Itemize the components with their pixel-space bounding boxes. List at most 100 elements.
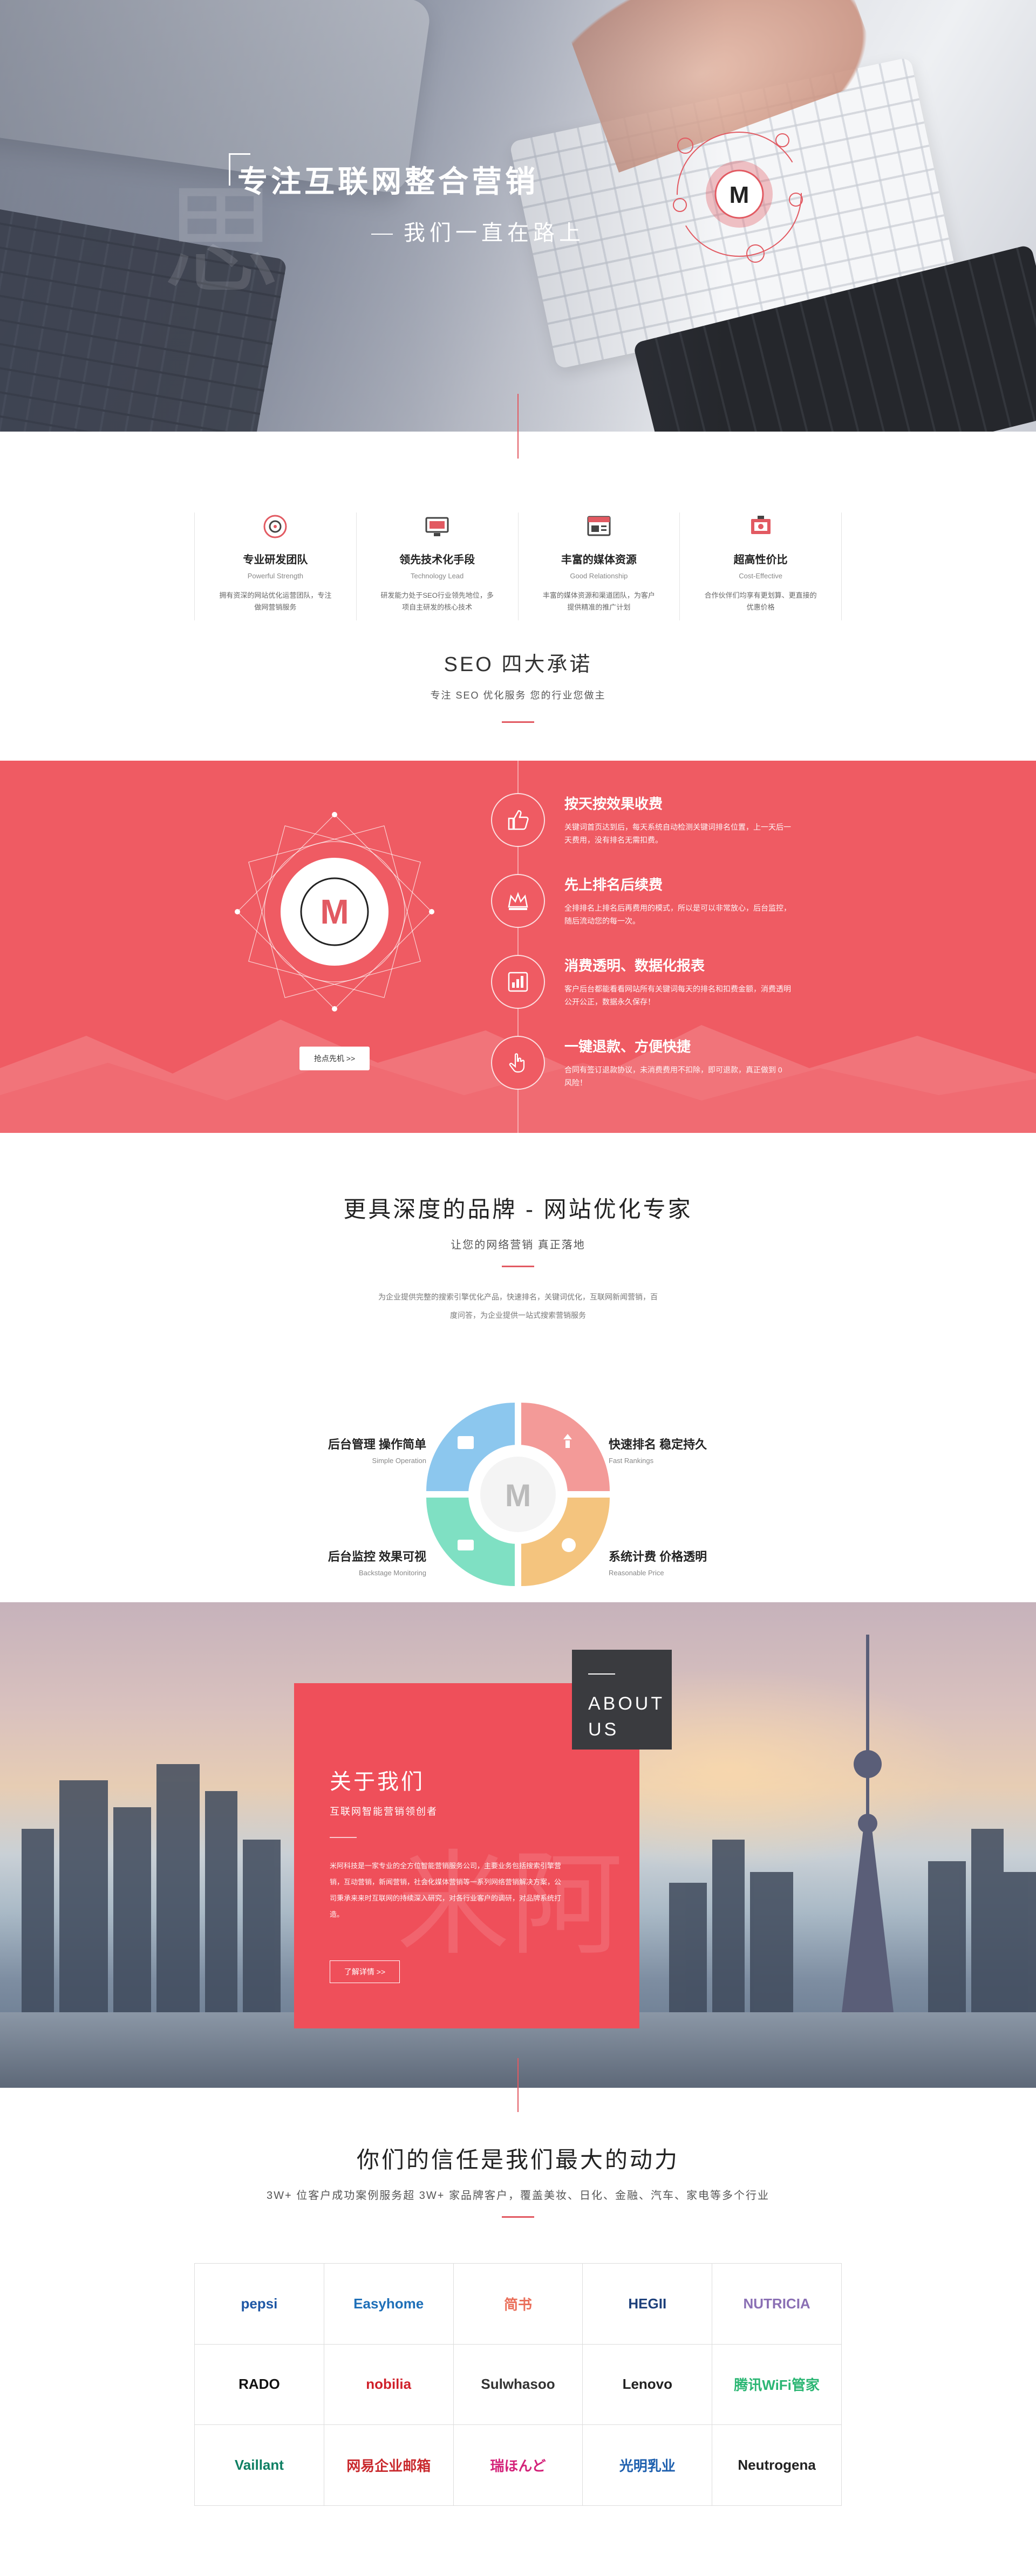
seo-promise-desc: 客户后台都能看看网站所有关键词每天的排名和扣费金额，消费透明公开公正，数据永久保… xyxy=(564,985,791,1006)
seo-promise-icon-circle xyxy=(491,1036,545,1090)
hero-title-block: 专注互联网整合营销 我们一直在路上 xyxy=(229,153,585,247)
client-logo[interactable]: Easyhome xyxy=(324,2264,454,2345)
hero-divider-line xyxy=(517,394,519,432)
seo-promise-text: 一键退款、方便快捷 合同有签订退款协议，未消费费用不扣除，即可退款，真正做到 0… xyxy=(564,1036,791,1089)
brand-label-en: Simple Operation xyxy=(372,1457,426,1465)
price-tag-icon xyxy=(751,516,771,534)
seo-logo-diagram: M xyxy=(235,812,434,1012)
brand-label-en: Reasonable Price xyxy=(609,1569,664,1577)
about-description: 米阿科技是一家专业的全方位智能营销服务公司，主要业务包括搜索引擎营销，互动营销，… xyxy=(330,1862,562,1918)
client-logo[interactable]: pepsi xyxy=(195,2264,324,2345)
client-logo[interactable]: 网易企业邮箱 xyxy=(324,2425,454,2506)
client-logo[interactable]: 光明乳业 xyxy=(583,2425,713,2506)
client-logo[interactable]: nobilia xyxy=(324,2344,454,2425)
client-logo[interactable]: HEGII xyxy=(583,2264,713,2345)
about-tag-line2: US xyxy=(588,1719,619,1740)
brand-label-en: Fast Rankings xyxy=(609,1457,654,1465)
feature-wheel: M xyxy=(426,1403,610,1586)
seo-promise-item: 先上排名后续费 全排排名上排名后再费用的模式，所以是可以非常放心，后台监控，随后… xyxy=(491,874,793,939)
about-tag-line xyxy=(588,1673,615,1675)
client-logo[interactable]: 腾讯WiFi管家 xyxy=(712,2344,842,2425)
seo-promise-desc: 关键词首页达到后，每天系统自动检测关键词排名位置，上一天后一天费用，没有排名无需… xyxy=(564,823,791,844)
seo-promise-desc: 合同有签订退款协议，未消费费用不扣除，即可退款，真正做到 0 风险！ xyxy=(564,1065,782,1087)
seo-promise-icon-circle xyxy=(491,793,545,847)
seo-promise-icon-circle xyxy=(491,874,545,928)
brand-label-backstage-monitoring: 后台监控 效果可视 Backstage Monitoring xyxy=(264,1547,426,1577)
brand-label-fast-rankings: 快速排名 稳定持久 Fast Rankings xyxy=(609,1435,771,1465)
hero-title-bracket xyxy=(229,153,250,186)
hero-seo-node xyxy=(789,193,803,207)
seo-promise-item: 按天按效果收费 关键词首页达到后，每天系统自动检测关键词排名位置，上一天后一天费… xyxy=(491,793,793,858)
seo-header: SEO 四大承诺 专注 SEO 优化服务 您的行业您做主 xyxy=(0,604,1036,761)
about-title: 关于我们 xyxy=(330,1770,425,1794)
seo-promise-title: 消费透明、数据化报表 xyxy=(564,958,705,974)
brand-label-reasonable-price: 系统计费 价格透明 Reasonable Price xyxy=(609,1547,771,1577)
diagram-dot xyxy=(332,812,337,817)
seo-promise-text: 消费透明、数据化报表 客户后台都能看看网站所有关键词每天的排名和扣费金额，消费透… xyxy=(564,955,791,1008)
brand-label-en: Backstage Monitoring xyxy=(358,1569,426,1577)
seo-accent-bar xyxy=(502,721,534,723)
client-logo[interactable]: Sulwhasoo xyxy=(453,2344,583,2425)
diagram-logo-mark: M xyxy=(320,892,349,931)
hero-circle-graphic: M xyxy=(673,132,803,263)
brand-description: 为企业提供完整的搜索引擎优化产品，快速排名，关键词优化，互联网新闻营销，百度问答… xyxy=(378,1293,658,1320)
feature-title: 专业研发团队 xyxy=(243,554,308,566)
brand-label-title: 系统计费 价格透明 xyxy=(609,1550,707,1563)
brand-label-title: 后台监控 效果可视 xyxy=(328,1550,426,1563)
diagram-dot xyxy=(235,909,240,914)
target-icon xyxy=(263,515,287,538)
hero-subtitle: 我们一直在路上 xyxy=(404,221,585,245)
about-divider xyxy=(330,1837,357,1838)
hero-banner: 思 专注互联网整合营销 我们一直在路上 M xyxy=(0,0,1036,432)
about-divider-line xyxy=(517,2058,519,2088)
seo-promise-icon-circle xyxy=(491,955,545,1009)
feature-en: Good Relationship xyxy=(570,572,628,580)
seo-promise-text: 按天按效果收费 关键词首页达到后，每天系统自动检测关键词排名位置，上一天后一天费… xyxy=(564,793,791,846)
client-logo[interactable]: RADO xyxy=(195,2344,324,2425)
hero-title: 专注互联网整合营销 xyxy=(237,165,539,199)
media-icon xyxy=(587,516,611,536)
seo-promise-desc: 全排排名上排名后再费用的模式，所以是可以非常放心，后台监控，随后流动您的每一次。 xyxy=(564,904,791,925)
brand-section: 更具深度的品牌 - 网站优化专家 让您的网络营销 真正落地 为企业提供完整的搜索… xyxy=(0,1133,1036,1602)
brand-accent-bar xyxy=(502,1266,534,1267)
diagram-dot xyxy=(429,909,434,914)
client-logo[interactable]: 简书 xyxy=(453,2264,583,2345)
seize-opportunity-button[interactable]: 抢点先机 >> xyxy=(299,1047,370,1070)
hand-pointer-icon xyxy=(509,1053,525,1073)
hero-icon-node xyxy=(775,133,789,147)
monitor-icon xyxy=(458,1436,474,1449)
hero-subtitle-dash xyxy=(371,234,393,235)
about-tag-text: ABOUT US xyxy=(588,1691,665,1743)
hero-subtitle-row: 我们一直在路上 xyxy=(237,215,585,247)
feature-title: 超高性价比 xyxy=(733,554,788,566)
client-logo-grid: pepsi Easyhome 简书 HEGII NUTRICIA RADO nobilia S… xyxy=(194,2263,842,2506)
seo-promise-title: 先上排名后续费 xyxy=(564,877,663,893)
seo-promises-band: M 抢点先机 >> 按天按效果收费 关键词首页达到后，每天系统自动检测关键词排名… xyxy=(0,761,1036,1133)
coin-icon xyxy=(562,1538,576,1552)
client-logo[interactable]: Lenovo xyxy=(583,2344,713,2425)
brand-label-title: 快速排名 稳定持久 xyxy=(609,1438,707,1451)
diagram-dot xyxy=(332,1006,337,1012)
client-logo[interactable]: 瑞ほんど xyxy=(453,2425,583,2506)
about-tag-line1: ABOUT xyxy=(588,1693,665,1714)
bar-chart-icon xyxy=(508,972,528,992)
feature-title: 丰富的媒体资源 xyxy=(561,554,637,566)
client-logo[interactable]: Vaillant xyxy=(195,2425,324,2506)
seo-title: SEO 四大承诺 xyxy=(444,653,592,676)
learn-more-button[interactable]: 了解详情 >> xyxy=(330,1960,400,1983)
trust-section: 你们的信任是我们最大的动力 3W+ 位客户成功案例服务超 3W+ 家品牌客户，覆… xyxy=(0,2088,1036,2522)
client-logo[interactable]: NUTRICIA xyxy=(712,2264,842,2345)
feature-en: Technology Lead xyxy=(410,572,464,580)
computer-icon xyxy=(425,517,449,536)
brand-label-simple-operation: 后台管理 操作简单 Simple Operation xyxy=(264,1435,426,1465)
brand-subtitle: 让您的网络营销 真正落地 xyxy=(451,1239,585,1251)
seo-promise-text: 先上排名后续费 全排排名上排名后再费用的模式，所以是可以非常放心，后台监控，随后… xyxy=(564,874,791,927)
seo-promise-title: 按天按效果收费 xyxy=(564,796,663,812)
about-subtitle: 互联网智能营销领创者 xyxy=(330,1806,438,1817)
hero-icon-node xyxy=(677,138,693,154)
crown-icon xyxy=(508,892,528,910)
feature-title: 领先技术化手段 xyxy=(399,554,475,566)
features-section: 专业研发团队 Powerful Strength 拥有资深的网站优化运营团队，专… xyxy=(0,432,1036,620)
seo-promise-title: 一键退款、方便快捷 xyxy=(564,1038,691,1055)
client-logo[interactable]: Neutrogena xyxy=(712,2425,842,2506)
